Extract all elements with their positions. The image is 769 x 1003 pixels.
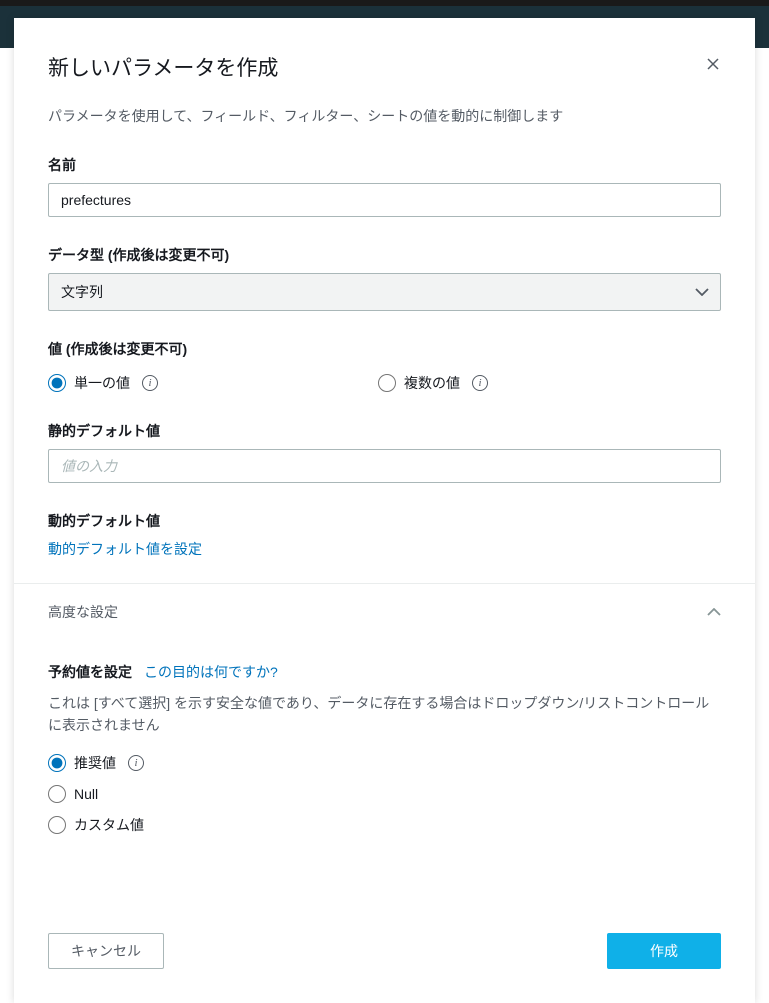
chevron-up-icon [707,603,721,621]
multiple-values-label: 複数の値 [404,373,460,393]
create-parameter-modal: 新しいパラメータを作成 パラメータを使用して、フィールド、フィルター、シートの値… [14,18,755,1003]
static-default-label: 静的デフォルト値 [48,421,721,441]
datatype-select[interactable]: 文字列 [48,273,721,311]
create-button[interactable]: 作成 [607,933,721,969]
reserve-description: これは [すべて選択] を示す安全な値であり、データに存在する場合はドロップダウ… [48,692,721,737]
cancel-button[interactable]: キャンセル [48,933,164,969]
null-label: Null [74,786,98,802]
info-icon[interactable]: i [142,375,158,391]
info-icon[interactable]: i [472,375,488,391]
recommended-label: 推奨値 [74,753,116,773]
null-radio[interactable] [48,785,66,803]
close-icon[interactable] [705,56,721,72]
advanced-settings-toggle[interactable]: 高度な設定 [48,602,721,622]
dynamic-default-label: 動的デフォルト値 [48,511,721,531]
custom-label: カスタム値 [74,815,144,835]
datatype-selected-value: 文字列 [61,282,103,302]
modal-description: パラメータを使用して、フィールド、フィルター、シートの値を動的に制御します [48,106,721,127]
reserve-help-link[interactable]: この目的は何ですか? [144,662,278,682]
recommended-radio[interactable] [48,754,66,772]
static-default-input[interactable] [48,449,721,483]
reserve-title: 予約値を設定 [48,662,132,682]
multiple-values-radio[interactable] [378,374,396,392]
custom-radio[interactable] [48,816,66,834]
single-value-radio[interactable] [48,374,66,392]
name-input[interactable] [48,183,721,217]
single-value-label: 単一の値 [74,373,130,393]
advanced-settings-title: 高度な設定 [48,602,118,622]
values-label: 値 (作成後は変更不可) [48,339,721,359]
info-icon[interactable]: i [128,755,144,771]
name-label: 名前 [48,155,721,175]
datatype-label: データ型 (作成後は変更不可) [48,245,721,265]
modal-title: 新しいパラメータを作成 [48,52,278,82]
dynamic-default-link[interactable]: 動的デフォルト値を設定 [48,541,202,557]
